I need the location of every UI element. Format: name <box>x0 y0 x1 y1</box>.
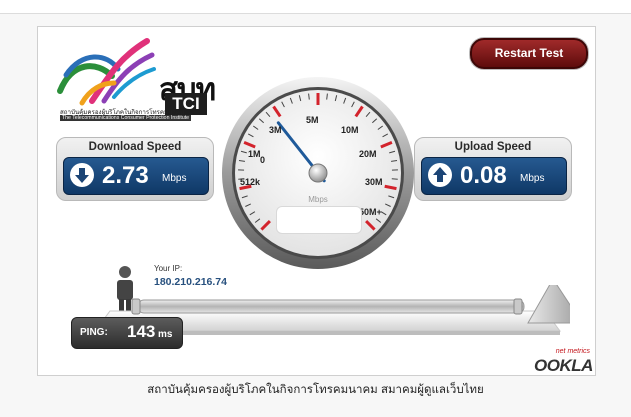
gauge-dial <box>222 77 414 269</box>
up-arrow-circle-icon <box>428 163 452 187</box>
gauge-label-30m: 30M <box>365 177 383 187</box>
ookla-wordmark: OOKLA <box>534 356 593 375</box>
upload-speed-unit: Mbps <box>520 173 545 184</box>
upload-speed-panel: Upload Speed 0.08 Mbps <box>414 137 572 201</box>
logo-english-name: The Telecommunications Consumer Protecti… <box>60 115 192 121</box>
ping-unit: ms <box>158 329 173 340</box>
gauge-unit-label: Mbps <box>308 195 328 204</box>
page-caption: สถาบันคุ้มครองผู้บริโภคในกิจการโทรคมนาคม… <box>147 384 484 396</box>
upload-speed-title: Upload Speed <box>454 141 532 153</box>
speed-gauge: 0 512k 1M 3M 5M 10M 20M 30M 50M+ Mbps <box>220 75 416 271</box>
restart-test-button[interactable]: Restart Test <box>470 38 588 69</box>
gauge-label-50m: 50M+ <box>359 207 382 217</box>
gauge-hub <box>308 163 328 183</box>
upload-speed-value: 0.08 <box>460 162 507 189</box>
tci-swirl-icon <box>57 38 156 106</box>
ping-display: PING: 143 ms <box>71 317 183 349</box>
speedtest-widget: สบท TCI สถาบันคุ้มครองผู้บริโภคในกิจการโ… <box>37 26 596 376</box>
gauge-label-512k: 512k <box>240 177 261 187</box>
gauge-label-0: 0 <box>260 155 266 165</box>
upload-speed-display: 0.08 Mbps <box>421 157 567 195</box>
gauge-label-20m: 20M <box>359 149 377 159</box>
gauge-minor-tick <box>308 93 310 100</box>
gauge-label-10m: 10M <box>341 125 359 135</box>
download-speed-display: 2.73 Mbps <box>63 157 209 195</box>
your-ip-label: Your IP: <box>154 264 183 273</box>
down-arrow-circle-icon <box>70 163 94 187</box>
gauge-minor-tick <box>326 93 328 100</box>
gauge-readout-window <box>276 206 362 234</box>
ookla-logo: net metrics OOKLA <box>528 348 595 375</box>
download-speed-title: Download Speed <box>88 141 182 153</box>
tci-logo: สบท TCI สถาบันคุ้มครองผู้บริโภคในกิจการโ… <box>52 31 216 123</box>
gauge-label-3m: 3M <box>269 125 282 135</box>
ping-label: PING: <box>80 327 108 338</box>
download-speed-unit: Mbps <box>162 173 187 184</box>
gauge-label-5m: 5M <box>306 115 319 125</box>
download-speed-value: 2.73 <box>102 162 149 189</box>
gauge-label-1m: 1M <box>248 149 261 159</box>
download-speed-panel: Download Speed 2.73 Mbps <box>56 137 214 201</box>
ping-value: 143 <box>127 322 156 341</box>
ookla-tagline: net metrics <box>555 348 590 355</box>
